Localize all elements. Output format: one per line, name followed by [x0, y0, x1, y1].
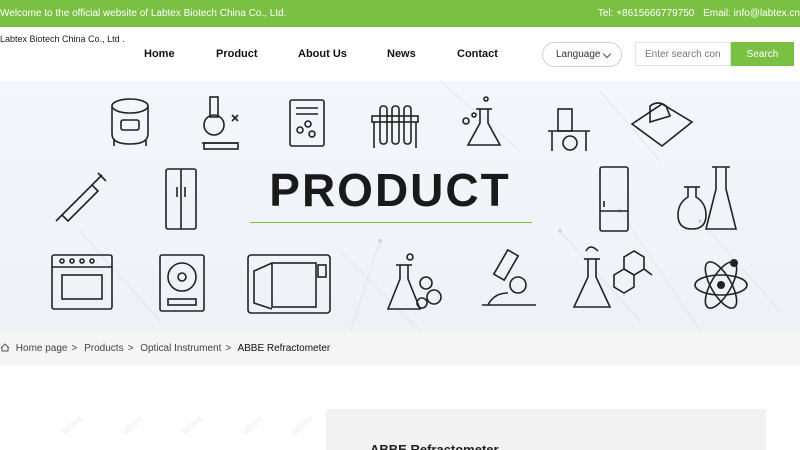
wipes-icon	[630, 102, 694, 148]
microscope-icon	[202, 96, 239, 150]
site-header: Labtex Biotech China Co., Ltd . Home Pro…	[0, 27, 800, 81]
search-input[interactable]	[635, 42, 731, 66]
book-icon	[289, 99, 325, 147]
watermark: labtex	[239, 413, 265, 437]
tall-fridge-icon	[599, 166, 629, 232]
breadcrumb: Home page > Products > Optical Instrument >…	[0, 331, 800, 365]
nav-product[interactable]: Product	[216, 48, 258, 60]
sample-incubator-icon	[159, 254, 205, 312]
breadcrumb-home[interactable]: Home page	[16, 343, 68, 354]
lab-bench-icon	[548, 108, 590, 151]
watermark: labtex	[59, 413, 85, 437]
product-info-panel: ABBE Refractometer	[326, 409, 766, 450]
product-content: labtex labtex labtex labtex labtex ABBE …	[0, 365, 800, 450]
logo[interactable]: Labtex Biotech China Co., Ltd .	[0, 33, 125, 46]
flasks-icon	[677, 166, 738, 230]
search-button[interactable]: Search	[731, 42, 794, 66]
nav-news[interactable]: News	[387, 48, 416, 60]
welcome-text: Welcome to the official website of Labte…	[0, 8, 287, 19]
rice-cooker-icon	[111, 98, 149, 146]
oven-icon	[51, 254, 113, 310]
product-title: ABBE Refractometer	[370, 442, 499, 450]
breadcrumb-separator: >	[225, 343, 232, 354]
breadcrumb-separator: >	[127, 343, 134, 354]
banner-divider	[250, 222, 532, 223]
watermark: labtex	[179, 413, 205, 437]
language-label: Language	[556, 49, 601, 60]
nav-contact[interactable]: Contact	[457, 48, 498, 60]
watermark: labtex	[119, 413, 145, 437]
flask-icon	[462, 96, 502, 146]
contact-info: Tel: +8615666779750 Email: info@labtex.c…	[592, 8, 800, 19]
email-address[interactable]: Email: info@labtex.cn	[703, 8, 800, 19]
autoclave-icon	[247, 254, 331, 314]
breadcrumb-separator: >	[71, 343, 78, 354]
bubbling-flask-icon	[386, 253, 442, 310]
microscope-icon	[482, 249, 536, 306]
language-selector[interactable]: Language	[542, 42, 622, 67]
phone-number: Tel: +8615666779750	[597, 8, 695, 19]
refrigerator-icon	[165, 168, 197, 230]
home-icon	[0, 343, 10, 352]
nav-home[interactable]: Home	[144, 48, 175, 60]
product-banner: PRODUCT	[0, 81, 800, 331]
breadcrumb-optical-instrument[interactable]: Optical Instrument	[140, 343, 221, 354]
syringe-icon	[55, 172, 107, 223]
breadcrumb-products[interactable]: Products	[84, 343, 123, 354]
breadcrumb-current: ABBE Refractometer	[237, 343, 331, 354]
chevron-down-icon	[602, 49, 612, 59]
atom-icon	[694, 259, 748, 309]
nav-about-us[interactable]: About Us	[298, 48, 347, 60]
top-bar: Welcome to the official website of Labte…	[0, 0, 800, 27]
banner-title: PRODUCT	[269, 164, 511, 216]
watermark: labtex	[289, 413, 315, 437]
test-tubes-icon	[371, 105, 419, 148]
chemistry-icon	[572, 246, 653, 308]
